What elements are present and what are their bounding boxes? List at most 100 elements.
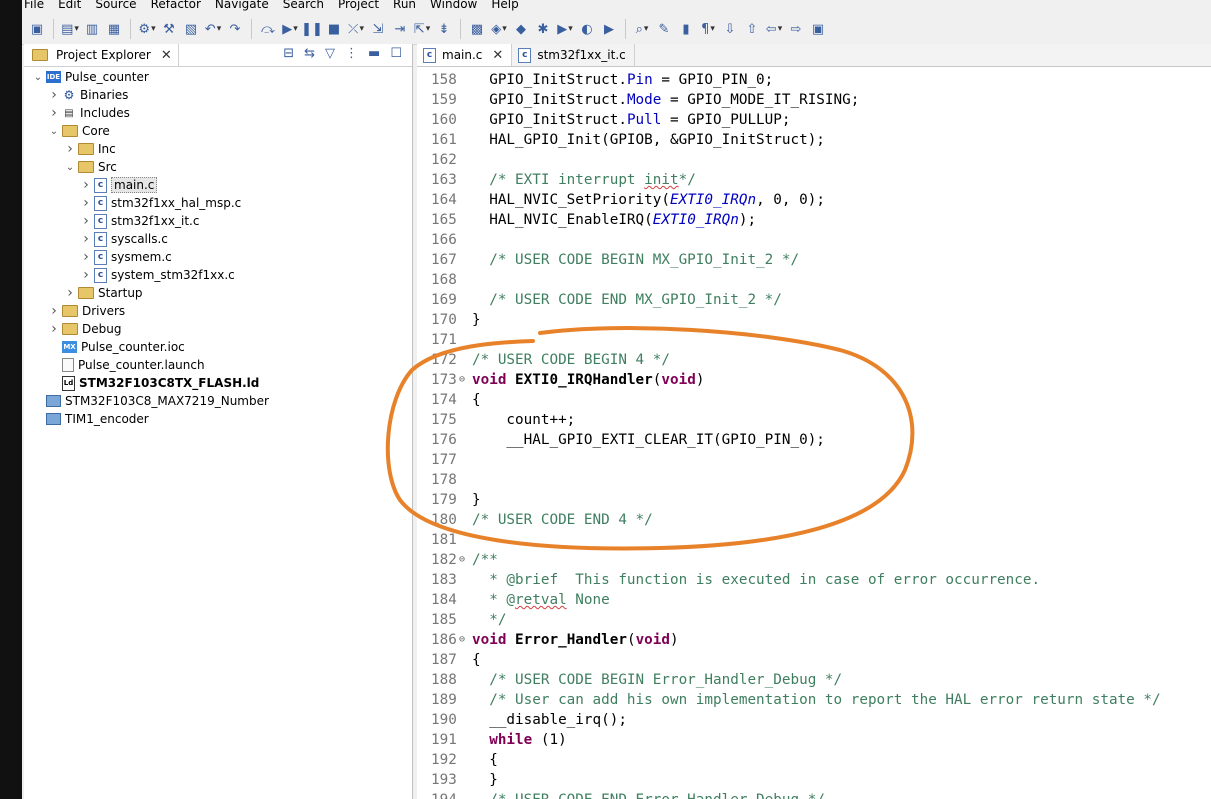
chevron-right-icon[interactable]: ›: [80, 267, 92, 283]
chevron-right-icon[interactable]: ›: [64, 285, 76, 301]
chevron-right-icon[interactable]: ›: [48, 105, 60, 121]
undo-icon[interactable]: ↶: [204, 20, 222, 38]
resume-icon[interactable]: ▶: [281, 20, 299, 38]
next-annotation-icon[interactable]: ⇩: [721, 20, 739, 38]
code-line[interactable]: 168: [417, 270, 1211, 290]
code-line[interactable]: 176 __HAL_GPIO_EXTI_CLEAR_IT(GPIO_PIN_0)…: [417, 430, 1211, 450]
fold-toggle-icon[interactable]: ⊖: [459, 630, 469, 650]
chevron-right-icon[interactable]: ›: [48, 87, 60, 103]
code-line[interactable]: 173 ⊖ void EXTI0_IRQHandler(void): [417, 370, 1211, 390]
tree-item[interactable]: › c main.c: [80, 176, 158, 194]
collapse-all-icon[interactable]: ⊟: [283, 46, 294, 61]
highlight-icon[interactable]: ✎: [655, 20, 673, 38]
code-line[interactable]: 160 GPIO_InitStruct.Pull = GPIO_PULLUP;: [417, 110, 1211, 130]
menu-refactor[interactable]: Refactor: [151, 0, 201, 10]
new-file-icon[interactable]: ◆: [512, 20, 530, 38]
chevron-right-icon[interactable]: ›: [80, 231, 92, 247]
editor-tab[interactable]: c stm32f1xx_it.c: [512, 44, 635, 66]
project-explorer-tab[interactable]: Project Explorer ✕: [24, 44, 179, 66]
previous-annotation-icon[interactable]: ⇧: [743, 20, 761, 38]
tree-item[interactable]: › Startup: [64, 284, 142, 302]
code-line[interactable]: 181: [417, 530, 1211, 550]
step-into-icon[interactable]: ⇲: [369, 20, 387, 38]
code-line[interactable]: 162: [417, 150, 1211, 170]
search-icon[interactable]: ⌕: [633, 20, 651, 38]
external-tools-icon[interactable]: ▶: [600, 20, 618, 38]
editor-tab[interactable]: c main.c ✕: [417, 44, 513, 66]
disconnect-icon[interactable]: ⤫: [347, 20, 365, 38]
minimize-icon[interactable]: ▬: [368, 46, 380, 61]
link-with-editor-icon[interactable]: ⇆: [304, 46, 315, 61]
code-line[interactable]: 159 GPIO_InitStruct.Mode = GPIO_MODE_IT_…: [417, 90, 1211, 110]
show-whitespace-icon[interactable]: ¶: [699, 20, 717, 38]
menu-window[interactable]: Window: [430, 0, 477, 10]
code-line[interactable]: 182 ⊖/**: [417, 550, 1211, 570]
fold-toggle-icon[interactable]: ⊖: [459, 550, 469, 570]
code-line[interactable]: 189 /* User can add his own implementati…: [417, 690, 1211, 710]
code-line[interactable]: 192 {: [417, 750, 1211, 770]
coverage-icon[interactable]: ◐: [578, 20, 596, 38]
tree-item[interactable]: › Debug: [48, 320, 121, 338]
new-c-project-icon[interactable]: ▩: [468, 20, 486, 38]
tree-item[interactable]: ⌄ Src: [64, 158, 117, 176]
code-line[interactable]: 184 * @retval None: [417, 590, 1211, 610]
code-line[interactable]: 169 /* USER CODE END MX_GPIO_Init_2 */: [417, 290, 1211, 310]
close-icon[interactable]: ✕: [492, 48, 503, 63]
suspend-icon[interactable]: ❚❚: [301, 20, 323, 38]
code-line[interactable]: 185 */: [417, 610, 1211, 630]
code-line[interactable]: 194 /* USER CODE END Error_Handler_Debug…: [417, 790, 1211, 799]
chevron-right-icon[interactable]: ›: [48, 303, 60, 319]
chevron-down-icon[interactable]: ⌄: [64, 162, 76, 173]
code-line[interactable]: 190 __disable_irq();: [417, 710, 1211, 730]
save-icon[interactable]: ▥: [83, 20, 101, 38]
menu-search[interactable]: Search: [283, 0, 324, 10]
tree-item[interactable]: › c sysmem.c: [80, 248, 172, 266]
menu-project[interactable]: Project: [338, 0, 379, 10]
code-line[interactable]: 172 /* USER CODE BEGIN 4 */: [417, 350, 1211, 370]
code-line[interactable]: 180 /* USER CODE END 4 */: [417, 510, 1211, 530]
step-over-icon[interactable]: ⇥: [391, 20, 409, 38]
tree-item[interactable]: TIM1_encoder: [32, 410, 149, 428]
menu-run[interactable]: Run: [393, 0, 416, 10]
forward-icon[interactable]: ⇨: [787, 20, 805, 38]
debug-icon[interactable]: ✱: [534, 20, 552, 38]
instruction-step-icon[interactable]: ⇟: [435, 20, 453, 38]
chevron-down-icon[interactable]: ⌄: [32, 72, 44, 83]
close-icon[interactable]: ✕: [161, 48, 172, 63]
tree-item[interactable]: › c stm32f1xx_hal_msp.c: [80, 194, 241, 212]
code-line[interactable]: 177: [417, 450, 1211, 470]
binary-icon[interactable]: ▧: [182, 20, 200, 38]
new-icon[interactable]: ▤: [61, 20, 79, 38]
code-line[interactable]: 175 count++;: [417, 410, 1211, 430]
menu-source[interactable]: Source: [95, 0, 136, 10]
tree-item[interactable]: ⌄ IDE Pulse_counter: [32, 68, 149, 86]
code-line[interactable]: 183 * @brief This function is executed i…: [417, 570, 1211, 590]
code-line[interactable]: 165 HAL_NVIC_EnableIRQ(EXTI0_IRQn);: [417, 210, 1211, 230]
code-line[interactable]: 191 while (1): [417, 730, 1211, 750]
code-line[interactable]: 193 }: [417, 770, 1211, 790]
menu-navigate[interactable]: Navigate: [215, 0, 269, 10]
save-all-icon[interactable]: ▦: [105, 20, 123, 38]
code-line[interactable]: 167 /* USER CODE BEGIN MX_GPIO_Init_2 */: [417, 250, 1211, 270]
step-return-icon[interactable]: ⇱: [413, 20, 431, 38]
tree-item[interactable]: Pulse_counter.launch: [48, 356, 205, 374]
tree-item[interactable]: › ⚙ Binaries: [48, 86, 128, 104]
perspective-icon[interactable]: ▣: [809, 20, 827, 38]
new-class-icon[interactable]: ◈: [490, 20, 508, 38]
code-line[interactable]: 161 HAL_GPIO_Init(GPIOB, &GPIO_InitStruc…: [417, 130, 1211, 150]
maximize-icon[interactable]: ☐: [390, 46, 402, 61]
menu-edit[interactable]: Edit: [58, 0, 81, 10]
chevron-down-icon[interactable]: ⌄: [48, 126, 60, 137]
chevron-right-icon[interactable]: ›: [80, 177, 92, 193]
chevron-right-icon[interactable]: ›: [80, 195, 92, 211]
redo-icon[interactable]: ↷: [226, 20, 244, 38]
tree-item[interactable]: › c stm32f1xx_it.c: [80, 212, 199, 230]
code-line[interactable]: 178: [417, 470, 1211, 490]
fold-toggle-icon[interactable]: ⊖: [459, 370, 469, 390]
menu-help[interactable]: Help: [491, 0, 518, 10]
tree-item[interactable]: › Inc: [64, 140, 116, 158]
filter-icon[interactable]: ▽: [325, 46, 335, 61]
tree-item[interactable]: Ld STM32F103C8TX_FLASH.ld: [48, 374, 259, 392]
code-line[interactable]: 163 /* EXTI interrupt init*/: [417, 170, 1211, 190]
ide-icon[interactable]: ▣: [28, 20, 46, 38]
